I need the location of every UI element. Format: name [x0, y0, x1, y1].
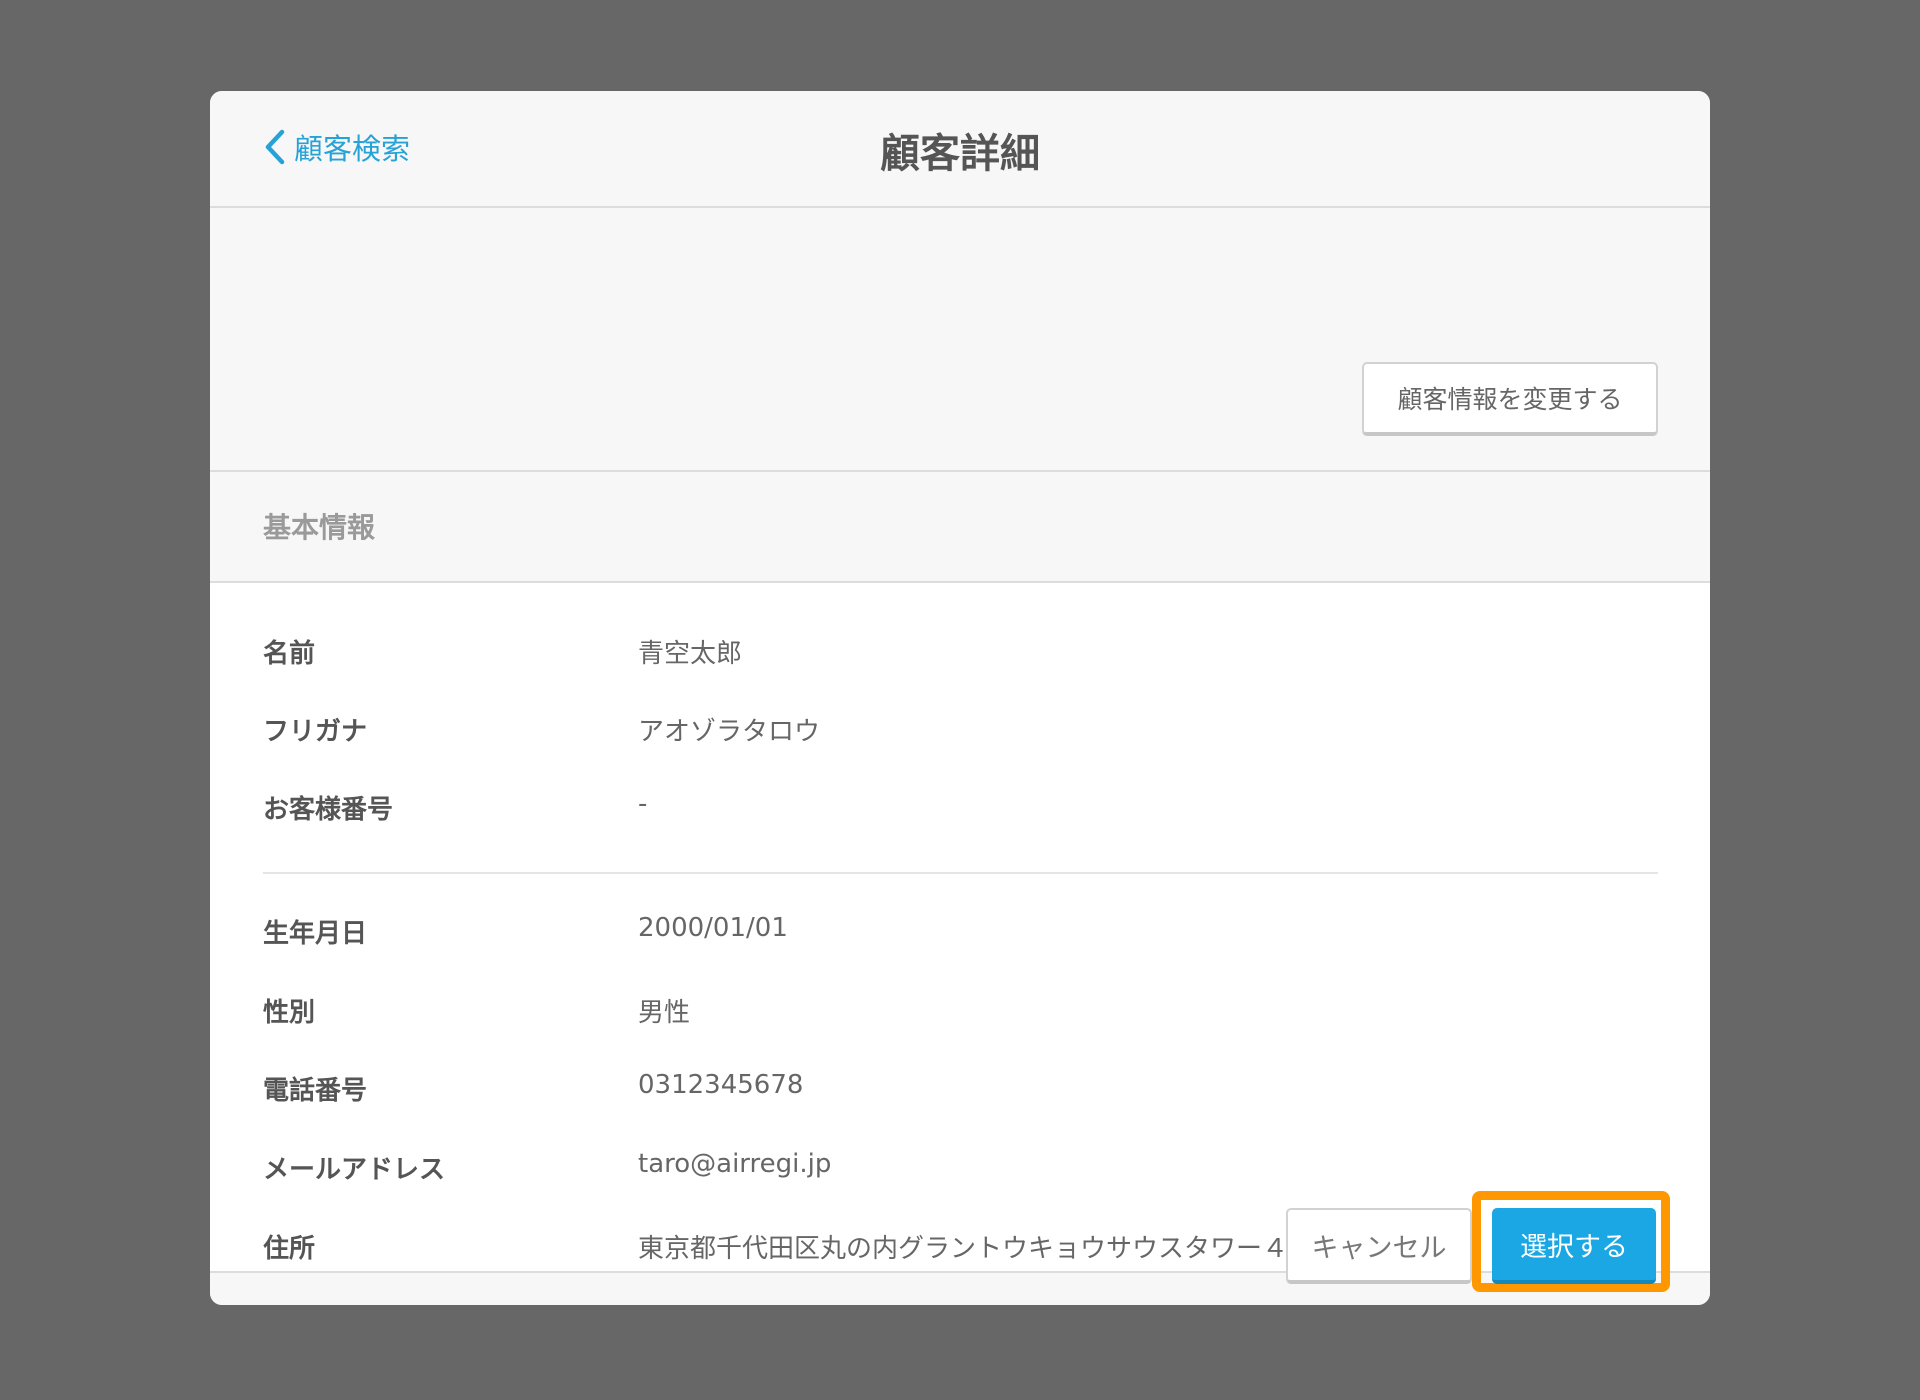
- modal-header: 顧客検索 顧客詳細: [210, 91, 1710, 208]
- info-value: 2000/01/01: [638, 913, 788, 943]
- info-label: 性別: [263, 998, 316, 1028]
- section-title: 基本情報: [263, 511, 376, 544]
- select-button[interactable]: 選択する: [1492, 1208, 1656, 1284]
- edit-customer-info-button[interactable]: 顧客情報を変更する: [1362, 362, 1658, 436]
- page-title: 顧客詳細: [880, 131, 1040, 177]
- info-row-phone: 電話番号 0312345678: [263, 1070, 1663, 1110]
- info-row-customer-number: お客様番号 -: [263, 789, 1663, 829]
- info-row-birthdate: 生年月日 2000/01/01: [263, 913, 1663, 953]
- info-label: 電話番号: [263, 1076, 368, 1106]
- info-label: お客様番号: [263, 795, 394, 825]
- info-row-email: メールアドレス taro@airregi.jp: [263, 1149, 1663, 1189]
- basic-info-section-header: 基本情報: [210, 472, 1710, 583]
- action-bar: 顧客情報を変更する: [210, 208, 1710, 472]
- info-value: 0312345678: [638, 1070, 804, 1100]
- info-row-furigana: フリガナ アオゾラタロウ: [263, 711, 1663, 751]
- info-label: 住所: [263, 1234, 316, 1264]
- info-label: 生年月日: [263, 919, 368, 949]
- info-value: 青空太郎: [638, 639, 743, 669]
- info-value: taro@airregi.jp: [638, 1149, 832, 1179]
- divider: [263, 872, 1658, 874]
- info-label: フリガナ: [263, 717, 368, 747]
- customer-detail-modal: 顧客検索 顧客詳細 顧客情報を変更する 基本情報 名前 青空太郎 フリガナ アオ…: [210, 91, 1710, 1305]
- cancel-button[interactable]: キャンセル: [1286, 1208, 1472, 1284]
- info-row-name: 名前 青空太郎: [263, 633, 1663, 673]
- info-row-gender: 性別 男性: [263, 992, 1663, 1032]
- info-label: 名前: [263, 639, 316, 669]
- info-value: アオゾラタロウ: [638, 717, 821, 747]
- info-value: -: [638, 789, 648, 819]
- info-label: メールアドレス: [263, 1155, 446, 1185]
- info-value: 東京都千代田区丸の内グラントウキョウサウスタワー４０階: [638, 1234, 1341, 1264]
- customer-info-list[interactable]: 名前 青空太郎 フリガナ アオゾラタロウ お客様番号 - 生年月日 2000/0…: [210, 583, 1710, 1271]
- info-value: 男性: [638, 998, 691, 1028]
